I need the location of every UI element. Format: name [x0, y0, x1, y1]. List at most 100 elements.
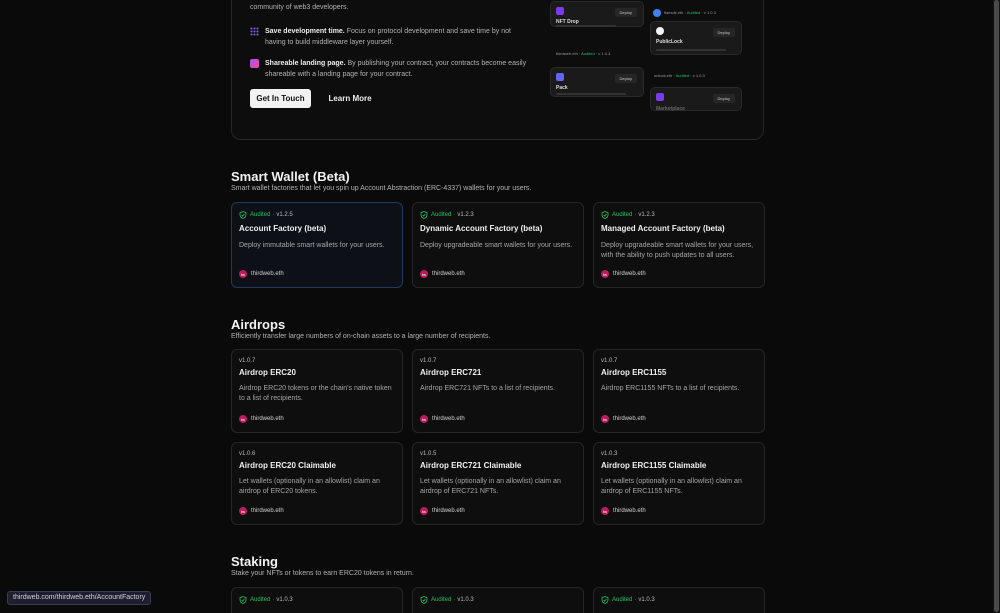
shield-check-icon: [420, 211, 428, 219]
avatar: tw: [601, 507, 609, 515]
contract-description: Let wallets (optionally in an allowlist)…: [420, 478, 561, 495]
scrollbar[interactable]: [993, 0, 1000, 613]
section-subtitle: Efficiently transfer large numbers of on…: [231, 333, 491, 340]
pack-icon: [556, 73, 564, 81]
preview-deploy-button: Deploy: [614, 8, 637, 17]
feature-title: Shareable landing page.: [265, 60, 346, 67]
section-title: Staking: [231, 554, 278, 569]
version-tag: v1.0.6: [239, 451, 256, 457]
shield-check-icon: [601, 596, 609, 604]
version-tag: v1.0.7: [420, 358, 437, 364]
shield-check-icon: [239, 596, 247, 604]
status-bar-url: thirdweb.com/thirdweb.eth/AccountFactory: [7, 591, 152, 605]
dots-grid-icon: [250, 27, 259, 36]
learn-more-button[interactable]: Learn More: [324, 89, 376, 108]
contract-description: Let wallets (optionally in an allowlist)…: [239, 478, 380, 495]
contract-card[interactable]: v1.0.7 Airdrop ERC721 Airdrop ERC721 NFT…: [412, 349, 584, 433]
scrollbar-thumb[interactable]: [994, 0, 999, 612]
hero-intro-tail: community of web3 developers.: [250, 4, 349, 11]
contract-title: Airdrop ERC1155: [601, 368, 667, 377]
contract-title: Airdrop ERC721: [420, 368, 482, 377]
contract-card[interactable]: Audited · v1.2.3 Dynamic Account Factory (…: [412, 202, 584, 288]
audit-tag: Audited · v1.2.5: [239, 211, 293, 219]
contract-card[interactable]: Audited · v1.2.3 Managed Account Factory (…: [593, 202, 765, 288]
avatar-icon: [653, 9, 661, 17]
contract-card[interactable]: v1.0.7 Airdrop ERC20 Airdrop ERC20 token…: [231, 349, 403, 433]
contract-title: Airdrop ERC20 Claimable: [239, 461, 336, 470]
feature-save-time: Save development time. Focus on protocol…: [250, 26, 530, 48]
contract-description: Airdrop ERC1155 NFTs to a list of recipi…: [601, 385, 740, 392]
audit-tag: Audited · v1.2.3: [420, 211, 474, 219]
publisher[interactable]: tw thirdweb.eth: [420, 270, 465, 278]
feature-landing-page: Shareable landing page. By publishing yo…: [250, 58, 530, 80]
page-root: community of web3 developers. Save devel…: [0, 0, 1000, 613]
publisher[interactable]: tw thirdweb.eth: [239, 415, 284, 423]
contract-card[interactable]: v1.0.7 Airdrop ERC1155 Airdrop ERC1155 N…: [593, 349, 765, 433]
contract-description: Airdrop ERC20 tokens or the chain's nati…: [239, 385, 392, 402]
contract-card[interactable]: Audited · v1.0.3: [593, 587, 765, 613]
publisher[interactable]: tw thirdweb.eth: [601, 415, 646, 423]
contract-description: Deploy upgradeable smart wallets for you…: [601, 242, 754, 259]
contract-title: Account Factory (beta): [239, 224, 327, 233]
publisher[interactable]: tw thirdweb.eth: [601, 270, 646, 278]
contract-title: Airdrop ERC721 Claimable: [420, 461, 522, 470]
avatar: tw: [239, 270, 247, 278]
contract-description: Deploy upgradeable smart wallets for you…: [420, 242, 573, 249]
avatar: tw: [420, 415, 428, 423]
preview-nft-drop: Deploy NFT Drop: [550, 1, 644, 27]
avatar: tw: [601, 270, 609, 278]
contract-title: Airdrop ERC20: [239, 368, 296, 377]
section-title: Airdrops: [231, 317, 286, 332]
contract-title: Managed Account Factory (beta): [601, 224, 725, 233]
avatar: tw: [420, 270, 428, 278]
audit-tag: Audited · v1.2.3: [601, 211, 655, 219]
publisher[interactable]: tw thirdweb.eth: [239, 270, 284, 278]
contract-description: Airdrop ERC721 NFTs to a list of recipie…: [420, 385, 555, 392]
avatar: tw: [601, 415, 609, 423]
contract-card[interactable]: Audited · v1.0.3: [231, 587, 403, 613]
avatar: tw: [239, 415, 247, 423]
preview-meta-row: flairsdk.eth · Audited · v 1.0.3: [650, 6, 742, 20]
avatar: tw: [420, 507, 428, 515]
lock-icon: [656, 27, 664, 35]
audit-tag: Audited · v1.0.3: [601, 596, 655, 604]
preview-publiclock: Deploy PublicLock: [650, 21, 742, 55]
preview-meta: unlock.eth · Audited · v 1.0.3: [654, 73, 705, 78]
avatar: tw: [239, 507, 247, 515]
version-tag: v1.0.7: [601, 358, 618, 364]
version-tag: v1.0.7: [239, 358, 256, 364]
section-title: Smart Wallet (Beta): [231, 169, 350, 184]
shield-check-icon: [601, 211, 609, 219]
preview-line: [556, 25, 616, 27]
contract-card[interactable]: Audited · v1.0.3: [412, 587, 584, 613]
publisher[interactable]: tw thirdweb.eth: [601, 507, 646, 515]
section-subtitle: Smart wallet factories that let you spin…: [231, 185, 532, 192]
contract-title: Dynamic Account Factory (beta): [420, 224, 543, 233]
shield-check-icon: [420, 596, 428, 604]
preview-meta: thirdweb.eth · Audited · v 1.0.3: [556, 51, 611, 56]
contract-card[interactable]: v1.0.3 Airdrop ERC1155 Claimable Let wal…: [593, 442, 765, 525]
contract-card[interactable]: v1.0.6 Airdrop ERC20 Claimable Let walle…: [231, 442, 403, 525]
contract-card[interactable]: v1.0.5 Airdrop ERC721 Claimable Let wall…: [412, 442, 584, 525]
page-icon: [250, 59, 259, 68]
contract-card[interactable]: Audited · v1.2.5 Account Factory (beta) De…: [231, 202, 403, 288]
marketplace-icon: [656, 93, 664, 101]
version-tag: v1.0.5: [420, 451, 437, 457]
feature-title: Save development time.: [265, 28, 345, 35]
contract-title: Airdrop ERC1155 Claimable: [601, 461, 707, 470]
audit-tag: Audited · v1.0.3: [420, 596, 474, 604]
contract-description: Deploy immutable smart wallets for your …: [239, 242, 385, 249]
preview-pack: Deploy Pack: [550, 67, 644, 97]
contract-description: Let wallets (optionally in an allowlist)…: [601, 478, 742, 495]
preview-marketplace: Deploy Marketplace: [650, 87, 742, 112]
publisher[interactable]: tw thirdweb.eth: [239, 507, 284, 515]
release-hero-card: community of web3 developers. Save devel…: [231, 0, 764, 140]
audit-tag: Audited · v1.0.3: [239, 596, 293, 604]
nft-drop-icon: [556, 7, 564, 15]
shield-check-icon: [239, 211, 247, 219]
publisher[interactable]: tw thirdweb.eth: [420, 415, 465, 423]
section-subtitle: Stake your NFTs or tokens to earn ERC20 …: [231, 570, 414, 577]
version-tag: v1.0.3: [601, 451, 618, 457]
publisher[interactable]: tw thirdweb.eth: [420, 507, 465, 515]
get-in-touch-button[interactable]: Get In Touch: [250, 89, 311, 108]
